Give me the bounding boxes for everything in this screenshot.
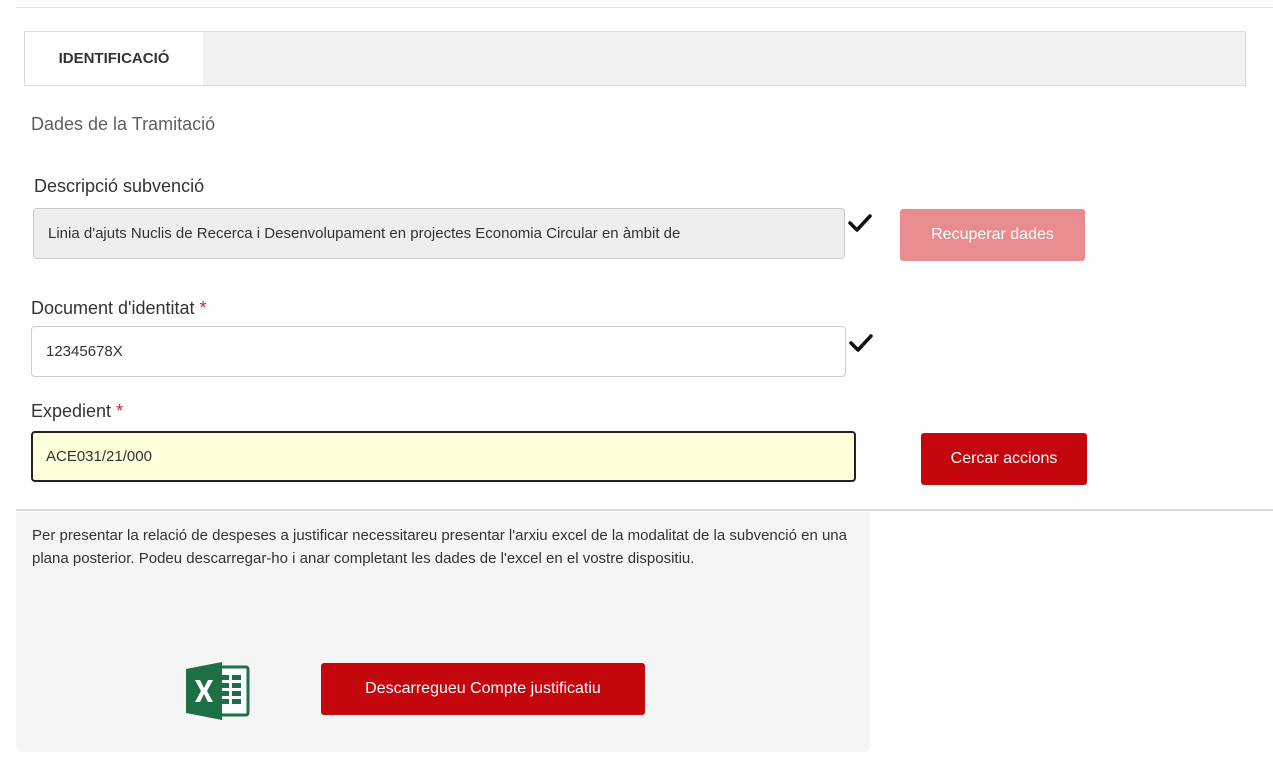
tab-identificacio[interactable]: IDENTIFICACIÓ: [25, 32, 203, 85]
document-label: Document d'identitat *: [31, 298, 207, 319]
section-divider: [16, 509, 1273, 511]
required-mark: *: [199, 298, 207, 318]
expedient-field[interactable]: ACE031/21/000: [31, 431, 856, 482]
info-panel: Per presentar la relació de despeses a j…: [16, 512, 870, 752]
top-divider: [16, 7, 1273, 8]
descripcio-field[interactable]: Linia d'ajuts Nuclis de Recerca i Desenv…: [33, 208, 845, 259]
cercar-accions-button[interactable]: Cercar accions: [921, 433, 1087, 485]
download-compte-justificatiu-button[interactable]: Descarregueu Compte justificatiu: [321, 663, 645, 715]
expedient-label-text: Expedient: [31, 401, 112, 421]
recuperar-dades-button[interactable]: Recuperar dades: [900, 209, 1085, 261]
section-title: Dades de la Tramitació: [31, 114, 216, 134]
document-label-text: Document d'identitat: [31, 298, 195, 318]
info-text: Per presentar la relació de despeses a j…: [32, 527, 847, 567]
expedient-label: Expedient *: [31, 401, 123, 422]
document-identitat-field[interactable]: 12345678X: [31, 326, 846, 377]
descripcio-label: Descripció subvenció: [34, 176, 205, 196]
check-icon: [849, 334, 873, 352]
check-icon: [848, 214, 872, 232]
excel-icon: [186, 662, 250, 720]
required-mark: *: [116, 401, 124, 421]
tab-bar: IDENTIFICACIÓ: [24, 31, 1246, 86]
